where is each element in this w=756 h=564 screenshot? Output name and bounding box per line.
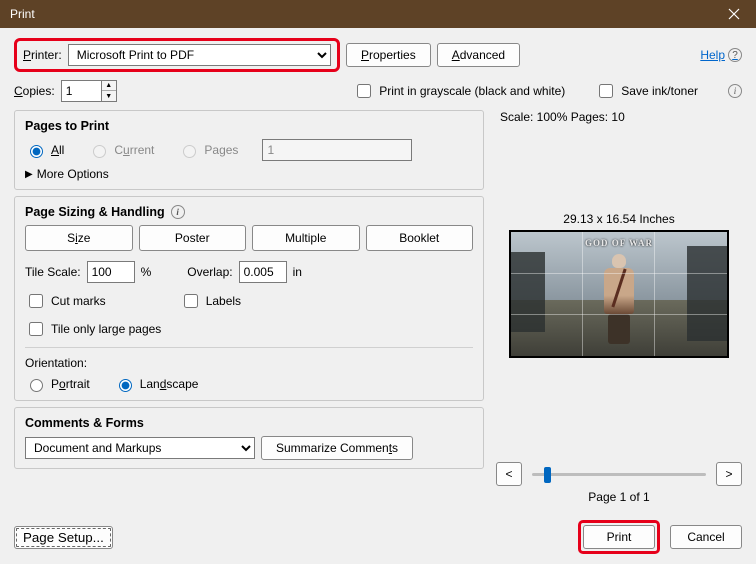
radio-pages[interactable]: Pages (178, 142, 238, 158)
titlebar: Print (0, 0, 756, 28)
next-page-button[interactable]: > (716, 462, 742, 486)
copies-label: Copies: (14, 84, 55, 98)
help-icon: ? (728, 48, 742, 62)
help-link[interactable]: Help ? (700, 48, 742, 62)
radio-portrait[interactable]: Portrait (25, 376, 90, 392)
radio-current[interactable]: Current (88, 142, 154, 158)
cut-marks-check[interactable]: Cut marks (25, 291, 106, 311)
spinner-buttons[interactable]: ▲▼ (101, 80, 117, 102)
print-highlight: Print (578, 520, 660, 554)
tile-only-check[interactable]: Tile only large pages (25, 319, 473, 339)
save-ink-label: Save ink/toner (621, 84, 698, 98)
preview-thumbnail: GOD OF WAR (509, 230, 729, 358)
advanced-button[interactable]: Advanced (437, 43, 520, 67)
overlap-label: Overlap: (187, 265, 232, 279)
zoom-slider[interactable] (532, 473, 706, 476)
info-icon[interactable]: i (728, 84, 742, 98)
multiple-button[interactable]: Multiple (252, 225, 360, 251)
comments-title: Comments & Forms (25, 416, 473, 430)
overlap-unit: in (293, 265, 302, 279)
preview-meta: Scale: 100% Pages: 10 (496, 110, 742, 124)
pages-title: Pages to Print (25, 119, 473, 133)
radio-landscape[interactable]: Landscape (114, 376, 199, 392)
more-options-toggle[interactable]: ▶ More Options (25, 167, 473, 181)
tile-scale-label: Tile Scale: (25, 265, 81, 279)
print-button[interactable]: Print (583, 525, 655, 549)
close-icon (728, 8, 740, 20)
radio-all[interactable]: All (25, 142, 64, 158)
poster-button[interactable]: Poster (139, 225, 247, 251)
comments-select[interactable]: Document and Markups (25, 437, 255, 459)
window-title: Print (10, 7, 35, 21)
printer-label: Printer: (23, 48, 62, 62)
tile-scale-input[interactable] (87, 261, 135, 283)
close-button[interactable] (712, 0, 756, 28)
help-label: Help (700, 48, 725, 62)
pages-to-print-group: Pages to Print All Current Pages (14, 110, 484, 190)
pages-range-input (262, 139, 412, 161)
size-button[interactable]: Size (25, 225, 133, 251)
sizing-title: Page Sizing & Handling (25, 205, 165, 219)
summarize-button[interactable]: Summarize Comments (261, 436, 413, 460)
booklet-button[interactable]: Booklet (366, 225, 474, 251)
preview-dimensions: 29.13 x 16.54 Inches (496, 212, 742, 226)
copies-spinner[interactable]: ▲▼ (61, 80, 117, 102)
comments-group: Comments & Forms Document and Markups Su… (14, 407, 484, 469)
percent-label: % (141, 265, 152, 279)
page-setup-button[interactable]: Page Setup... (14, 526, 113, 549)
info-icon[interactable]: i (171, 205, 185, 219)
prev-page-button[interactable]: < (496, 462, 522, 486)
sizing-group: Page Sizing & Handling i Size Poster Mul… (14, 196, 484, 401)
printer-highlight: Printer: Microsoft Print to PDF (14, 38, 340, 72)
page-counter: Page 1 of 1 (496, 490, 742, 504)
properties-button[interactable]: Properties (346, 43, 431, 67)
preview-logo: GOD OF WAR (585, 238, 653, 248)
save-ink-check[interactable]: Save ink/toner (595, 81, 698, 101)
grayscale-check[interactable]: Print in grayscale (black and white) (353, 81, 565, 101)
labels-check[interactable]: Labels (180, 291, 241, 311)
overlap-input[interactable] (239, 261, 287, 283)
orientation-title: Orientation: (25, 356, 473, 370)
copies-input[interactable] (61, 80, 101, 102)
chevron-right-icon: ▶ (25, 169, 33, 180)
cancel-button[interactable]: Cancel (670, 525, 742, 549)
grayscale-label: Print in grayscale (black and white) (379, 84, 565, 98)
printer-select[interactable]: Microsoft Print to PDF (68, 44, 331, 66)
